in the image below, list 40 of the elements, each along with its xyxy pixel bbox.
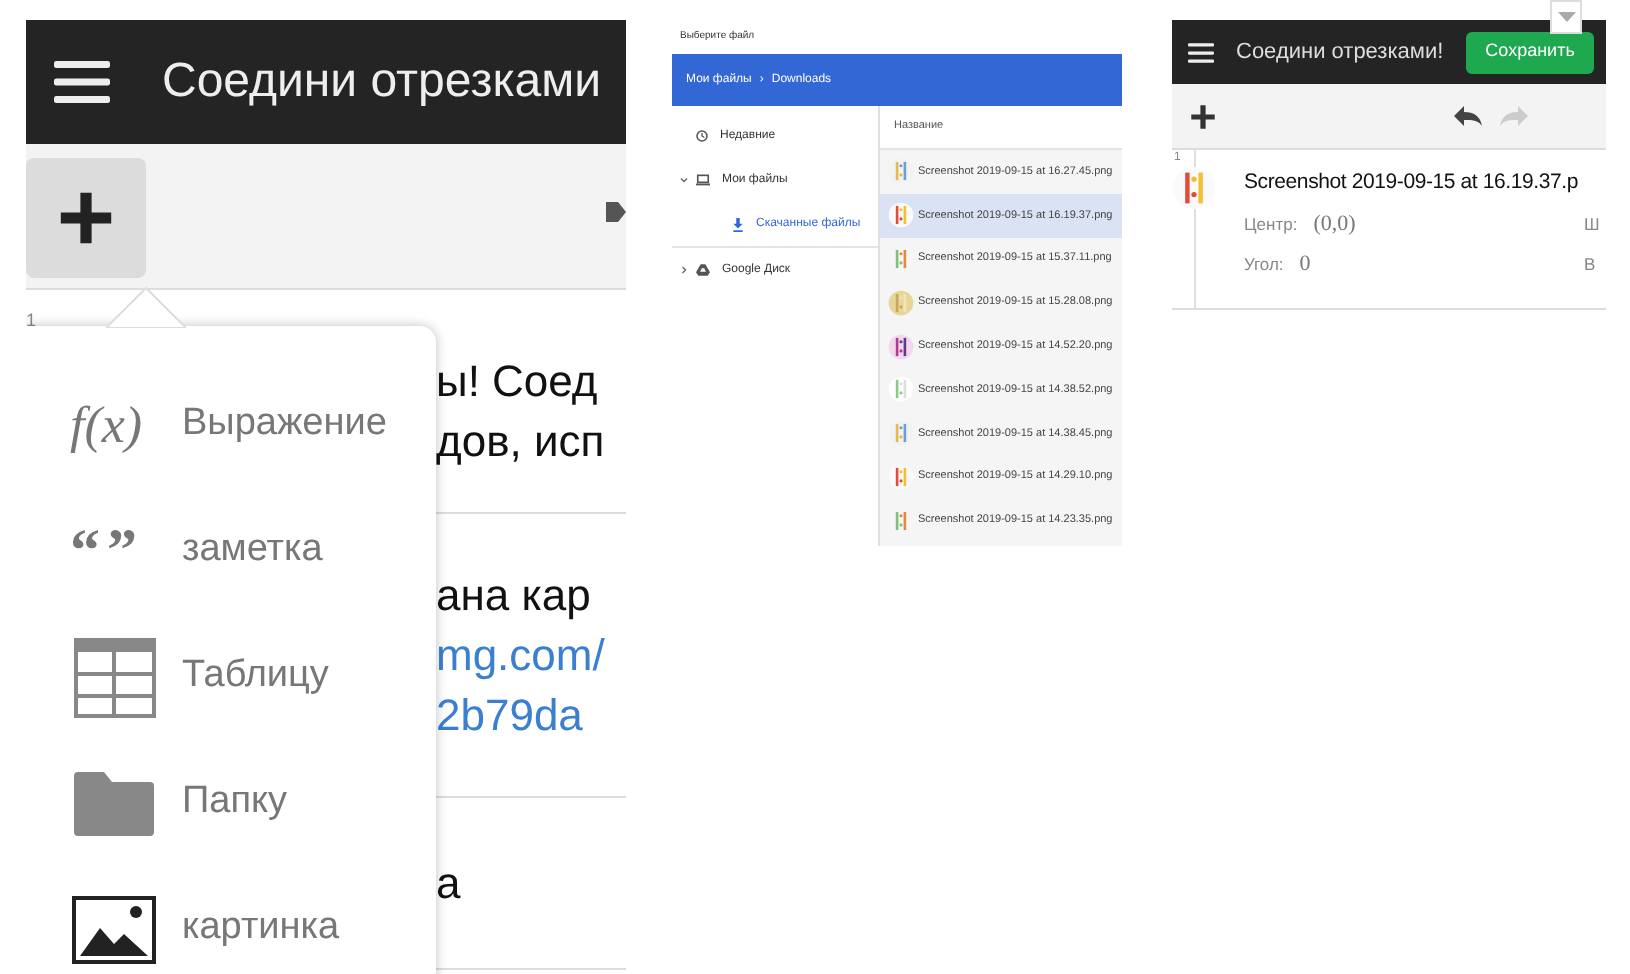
menu-icon[interactable] — [1188, 41, 1214, 63]
undo-icon[interactable] — [1454, 106, 1482, 126]
menu-item[interactable]: Таблицу — [70, 614, 436, 740]
app-title: Соедини отрезками — [162, 52, 602, 112]
cell-text: ана кар — [436, 567, 593, 624]
plus-icon — [1190, 103, 1216, 129]
cell-text: ы! Соед — [436, 353, 600, 409]
chevron-icon[interactable] — [680, 266, 688, 274]
download-icon — [732, 217, 744, 231]
line-number: 1 — [26, 310, 37, 330]
menu-item[interactable]: f(x) Выражение — [70, 362, 436, 488]
field-value: 0 — [1299, 250, 1311, 280]
field-label: Угол: — [1244, 251, 1284, 278]
link[interactable]: 2b79da — [436, 685, 626, 745]
clock-icon — [696, 130, 708, 142]
add-button[interactable] — [26, 158, 146, 278]
cell-text: а — [436, 855, 463, 911]
item-title: Screenshot 2019-09-15 at 16.19.37.p — [1244, 168, 1580, 198]
link[interactable]: mg.com/ — [436, 625, 626, 685]
table-icon — [73, 637, 155, 717]
drive-icon — [696, 264, 710, 276]
field-label: Ш — [1584, 211, 1600, 238]
menu-item[interactable]: картинка — [70, 866, 436, 974]
redo-icon[interactable] — [606, 198, 626, 226]
field-label: Центр: — [1244, 211, 1298, 238]
field-label: В — [1584, 251, 1598, 278]
menu-icon[interactable] — [54, 58, 110, 106]
cell-text: дов, исп — [436, 413, 607, 469]
laptop-icon — [696, 174, 710, 186]
folder-icon — [74, 771, 154, 835]
app-title: Соедини отрезками! — [1236, 37, 1444, 68]
field-value: (0,0) — [1313, 210, 1356, 240]
chevron-icon[interactable] — [680, 176, 688, 184]
function-icon: f(x) — [70, 399, 158, 451]
dropdown-toggle[interactable] — [1550, 0, 1582, 34]
quote-icon: “ ” — [70, 521, 158, 581]
plus-icon — [58, 190, 114, 246]
image-icon — [72, 895, 156, 963]
menu-item[interactable]: “ ” заметка — [70, 488, 436, 614]
menu-item[interactable]: Папку — [70, 740, 436, 866]
